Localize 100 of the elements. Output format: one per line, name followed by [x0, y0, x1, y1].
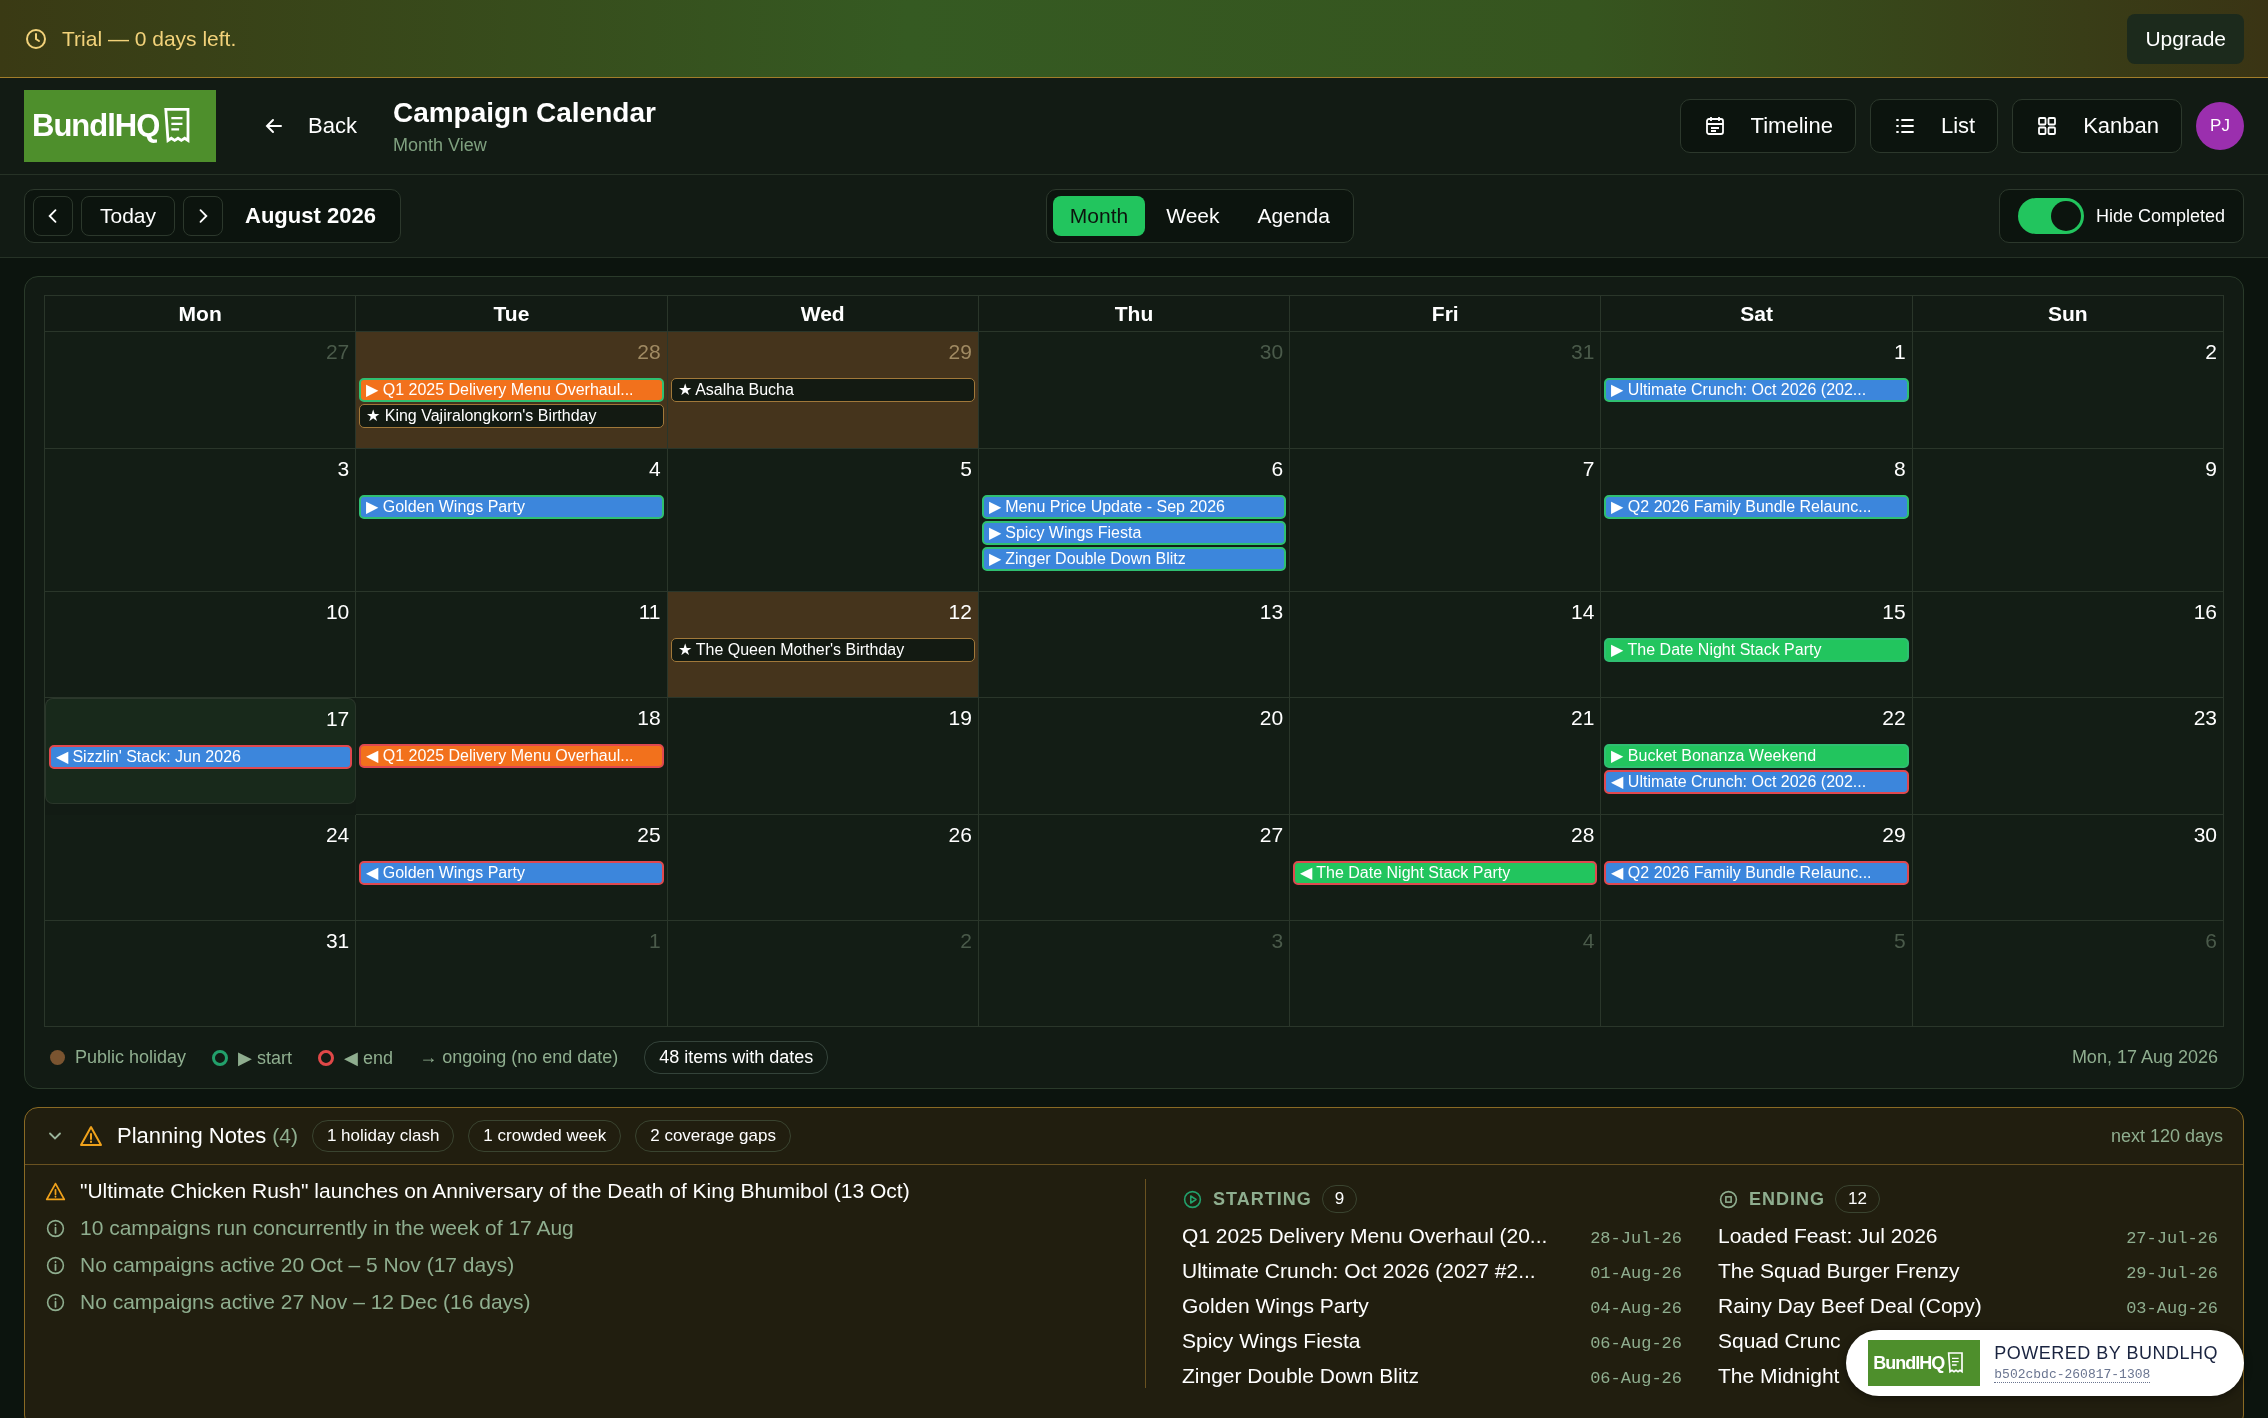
campaign-chip[interactable]: ◀ Q2 2026 Family Bundle Relaunc...: [1604, 861, 1909, 885]
view-button[interactable]: List: [1869, 99, 1999, 153]
day-cell[interactable]: 23: [1912, 698, 2224, 815]
powered-by-badge[interactable]: BundlHQ POWERED BY BUNDLHQ b502cbdc-260817-1308: [1846, 1330, 2244, 1396]
campaign-chip[interactable]: ▶ Golden Wings Party: [359, 495, 664, 519]
holiday-chip[interactable]: ★ Asalha Bucha: [670, 378, 975, 402]
logo[interactable]: BundlHQ: [24, 90, 216, 162]
day-cell[interactable]: 31: [45, 921, 357, 1027]
campaign-name[interactable]: Q1 2025 Delivery Menu Overhaul (20...: [1182, 1224, 1548, 1248]
day-cell[interactable]: 3: [45, 449, 357, 592]
day-cell[interactable]: 1 ▶ Ultimate Crunch: Oct 2026 (202...: [1601, 332, 1913, 449]
holiday-chip[interactable]: ★ The Queen Mother's Birthday: [670, 638, 975, 662]
view-button[interactable]: Kanban: [2012, 99, 2182, 153]
back-button[interactable]: Back: [250, 105, 369, 147]
campaign-name[interactable]: Spicy Wings Fiesta: [1182, 1329, 1361, 1353]
day-cell[interactable]: 4 ▶ Golden Wings Party: [356, 449, 668, 592]
day-cell[interactable]: 20: [978, 698, 1291, 815]
day-cell[interactable]: 28 ◀ The Date Night Stack Party: [1290, 815, 1602, 921]
campaign-chip[interactable]: ◀ Ultimate Crunch: Oct 2026 (202...: [1604, 770, 1909, 794]
badge-title: POWERED BY BUNDLHQ: [1994, 1343, 2218, 1364]
campaign-chip[interactable]: ▶ Ultimate Crunch: Oct 2026 (202...: [1604, 378, 1909, 402]
day-cell[interactable]: 29 ★ Asalha Bucha: [667, 332, 979, 449]
day-cell[interactable]: 21: [1290, 698, 1602, 815]
today-button[interactable]: Today: [81, 196, 176, 236]
day-number: 15: [1882, 600, 1906, 625]
day-number: 12: [948, 600, 972, 625]
user-avatar[interactable]: PJ: [2196, 102, 2244, 150]
panel-title: Planning Notes: [117, 1123, 267, 1149]
campaign-name[interactable]: Squad Crunc: [1718, 1329, 1841, 1353]
day-cell[interactable]: 14: [1290, 592, 1602, 698]
day-cell[interactable]: 17 ◀ Sizzlin' Stack: Jun 2026: [45, 698, 357, 804]
day-number: 31: [1571, 340, 1595, 365]
day-cell[interactable]: 18 ◀ Q1 2025 Delivery Menu Overhaul...: [356, 698, 668, 815]
legend-label: → ongoing (no end date): [419, 1047, 619, 1068]
view-mode-tab[interactable]: Week: [1149, 196, 1237, 236]
day-number: 21: [1571, 706, 1595, 731]
day-number: 30: [2193, 823, 2217, 848]
clock-icon: [24, 26, 48, 51]
note-text: "Ultimate Chicken Rush" launches on Anniversary of the Death of King Bhumibol (13 Oct): [80, 1179, 910, 1203]
previous-month-button[interactable]: [33, 196, 73, 236]
day-cell[interactable]: 24: [45, 815, 357, 921]
day-cell[interactable]: 11: [356, 592, 668, 698]
day-cell[interactable]: 25 ◀ Golden Wings Party: [356, 815, 668, 921]
build-id: b502cbdc-260817-1308: [1994, 1367, 2151, 1383]
day-cell[interactable]: 5: [667, 449, 979, 592]
day-number: 10: [325, 600, 350, 625]
day-number: 7: [1582, 457, 1595, 482]
day-cell[interactable]: 28 ▶ Q1 2025 Delivery Menu Overhaul... ★ King Vajiralongkorn's Birthday: [356, 332, 668, 449]
toggle-label: Hide Completed: [2095, 205, 2225, 227]
note-text: No campaigns active 20 Oct – 5 Nov (17 days): [80, 1253, 515, 1277]
day-cell[interactable]: 27: [978, 815, 1291, 921]
campaign-chip[interactable]: ◀ Sizzlin' Stack: Jun 2026: [49, 745, 353, 769]
legend-label: Public holiday: [75, 1047, 187, 1068]
day-number: 6: [1271, 457, 1284, 482]
day-cell[interactable]: 26: [667, 815, 979, 921]
campaign-chip[interactable]: ▶ Menu Price Update - Sep 2026: [981, 495, 1287, 519]
warning-icon: [79, 1124, 103, 1148]
day-number: 27: [1259, 823, 1284, 848]
next-month-button[interactable]: [183, 196, 224, 236]
day-cell[interactable]: 29 ◀ Q2 2026 Family Bundle Relaunc...: [1601, 815, 1913, 921]
day-cell[interactable]: 2: [1912, 332, 2224, 449]
upgrade-button[interactable]: Upgrade: [2127, 13, 2244, 64]
day-cell[interactable]: 19: [667, 698, 979, 815]
day-number: 25: [637, 823, 661, 848]
day-cell[interactable]: 15 ▶ The Date Night Stack Party: [1601, 592, 1913, 698]
day-cell[interactable]: 16: [1912, 592, 2224, 698]
day-cell[interactable]: 9: [1912, 449, 2224, 592]
day-number: 5: [1894, 929, 1906, 954]
day-number: 29: [948, 340, 972, 365]
campaign-name[interactable]: The Squad Burger Frenzy: [1718, 1259, 1960, 1283]
day-number: 2: [960, 929, 972, 954]
play-circle-icon: [1182, 1188, 1203, 1210]
day-cell[interactable]: 8 ▶ Q2 2026 Family Bundle Relaunc...: [1601, 449, 1913, 592]
stop-circle-icon: [1718, 1188, 1739, 1210]
toggle-switch[interactable]: [2017, 198, 2084, 234]
day-cell[interactable]: 22 ▶ Bucket Bonanza Weekend ◀ Ultimate Crunch: Oct 2026 (202...: [1601, 698, 1913, 815]
day-cell[interactable]: 7: [1290, 449, 1602, 592]
campaign-chip[interactable]: ◀ Golden Wings Party: [359, 861, 664, 885]
day-number: 14: [1571, 600, 1595, 625]
campaign-name[interactable]: Ultimate Crunch: Oct 2026 (2027 #2...: [1182, 1259, 1536, 1283]
campaign-chip[interactable]: ▶ Zinger Double Down Blitz: [981, 547, 1287, 571]
day-cell[interactable]: 30: [1912, 815, 2224, 921]
day-number: 4: [1582, 929, 1595, 954]
day-number: 31: [325, 929, 350, 954]
campaign-chip[interactable]: ▶ Q2 2026 Family Bundle Relaunc...: [1604, 495, 1909, 519]
view-mode-tab[interactable]: Month: [1052, 196, 1146, 236]
holiday-chip[interactable]: ★ King Vajiralongkorn's Birthday: [359, 404, 664, 428]
campaign-name[interactable]: Golden Wings Party: [1182, 1294, 1369, 1318]
campaign-name[interactable]: The Midnight: [1718, 1364, 1840, 1388]
view-button[interactable]: Timeline: [1679, 99, 1856, 153]
view-mode-tab[interactable]: Agenda: [1240, 196, 1347, 236]
day-cell[interactable]: 12 ★ The Queen Mother's Birthday: [667, 592, 979, 698]
campaign-name[interactable]: Loaded Feast: Jul 2026: [1718, 1224, 1938, 1248]
range-label: next 120 days: [2110, 1125, 2223, 1147]
day-cell[interactable]: 10: [45, 592, 357, 698]
day-cell[interactable]: 13: [978, 592, 1291, 698]
campaign-name[interactable]: Rainy Day Beef Deal (Copy): [1718, 1294, 1982, 1318]
campaign-chip[interactable]: ▶ Spicy Wings Fiesta: [981, 521, 1287, 545]
campaign-name[interactable]: Zinger Double Down Blitz: [1182, 1364, 1419, 1388]
day-cell[interactable]: 6 ▶ Menu Price Update - Sep 2026 ▶ Spicy Wings Fiesta ▶ Zinger Double Down Blitz: [978, 449, 1291, 592]
